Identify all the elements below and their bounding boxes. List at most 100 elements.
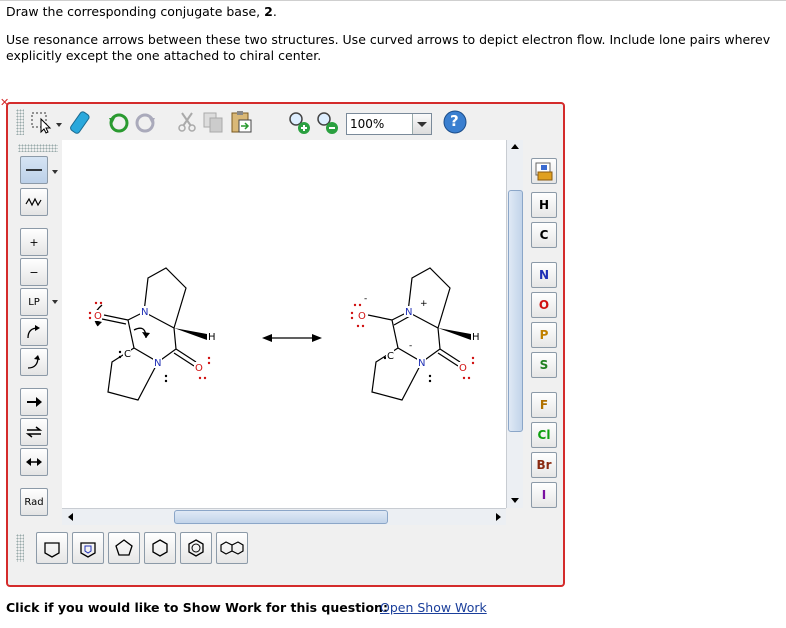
zoom-value: 100% bbox=[350, 117, 385, 131]
element-h-label: H bbox=[538, 198, 550, 212]
zoom-out-icon[interactable] bbox=[314, 109, 340, 135]
reaction-arrow-tool[interactable] bbox=[20, 388, 48, 416]
scroll-left-icon[interactable] bbox=[68, 513, 73, 521]
zoom-dropdown-button[interactable] bbox=[412, 114, 431, 134]
shape-grip bbox=[16, 534, 24, 562]
pyrrolidine-icon[interactable] bbox=[72, 532, 104, 564]
question-text: Draw the corresponding conjugate base, bbox=[6, 4, 265, 19]
open-show-work-link[interactable]: Open Show Work bbox=[380, 600, 487, 615]
single-bond-tool[interactable] bbox=[20, 156, 48, 184]
horizontal-scroll-thumb[interactable] bbox=[174, 510, 388, 524]
element-n-label: N bbox=[538, 268, 550, 282]
right-h-label: H bbox=[472, 332, 480, 343]
right-minus-charge: - bbox=[409, 341, 412, 351]
element-toolbar: H C N O P S F Cl Br I bbox=[528, 144, 558, 524]
instruction-line-3: explicitly except the one attached to ch… bbox=[6, 48, 322, 63]
cyclopropane-icon[interactable] bbox=[36, 532, 68, 564]
select-dropdown-icon[interactable] bbox=[56, 123, 62, 127]
resonance-arrow-tool[interactable] bbox=[20, 448, 48, 476]
right-wedge-bond bbox=[438, 328, 471, 340]
instruction-line-2: Use resonance arrows between these two s… bbox=[6, 32, 771, 47]
lone-pair-tool[interactable]: LP bbox=[20, 288, 48, 316]
left-central-ring bbox=[127, 311, 177, 363]
help-icon[interactable]: ? bbox=[442, 109, 468, 135]
bond-dropdown-icon[interactable] bbox=[52, 170, 58, 174]
charge-minus-label: − bbox=[29, 265, 39, 279]
right-lower-carbonyl bbox=[437, 348, 461, 367]
top-divider bbox=[0, 0, 786, 1]
element-o-label: O bbox=[538, 298, 550, 312]
right-c-label: C bbox=[387, 351, 394, 362]
curved-arrow-tool[interactable] bbox=[20, 318, 48, 346]
vertical-scrollbar[interactable] bbox=[506, 140, 523, 508]
element-cl-label: Cl bbox=[537, 428, 551, 442]
left-upper-ring bbox=[143, 267, 187, 329]
cyclopentane-icon[interactable] bbox=[108, 532, 140, 564]
horizontal-scrollbar[interactable] bbox=[62, 508, 506, 525]
eraser-icon[interactable] bbox=[66, 109, 92, 135]
scroll-up-icon[interactable] bbox=[511, 144, 519, 149]
undo-icon[interactable] bbox=[106, 109, 132, 135]
element-br-label: Br bbox=[536, 458, 552, 472]
top-toolbar: 100% ? bbox=[16, 106, 556, 138]
scroll-right-icon[interactable] bbox=[496, 513, 501, 521]
select-icon[interactable] bbox=[28, 109, 54, 135]
element-cl-button[interactable]: Cl bbox=[531, 422, 557, 448]
copy-icon[interactable] bbox=[200, 109, 226, 135]
cut-icon[interactable] bbox=[174, 109, 200, 135]
element-s-button[interactable]: S bbox=[531, 352, 557, 378]
benzene-icon[interactable] bbox=[180, 532, 212, 564]
toolbar-grip bbox=[16, 109, 24, 135]
redo-icon[interactable] bbox=[132, 109, 158, 135]
right-central-ring bbox=[391, 311, 441, 363]
element-h-button[interactable]: H bbox=[531, 192, 557, 218]
right-lower-ring bbox=[371, 347, 423, 401]
zoom-in-icon[interactable] bbox=[286, 109, 312, 135]
zoom-select[interactable]: 100% bbox=[346, 113, 432, 135]
element-p-button[interactable]: P bbox=[531, 322, 557, 348]
left-toolbar: + − LP Rad bbox=[16, 144, 62, 524]
charge-plus-tool[interactable]: + bbox=[20, 228, 48, 256]
charge-minus-tool[interactable]: − bbox=[20, 258, 48, 286]
question-instructions: Use resonance arrows between these two s… bbox=[6, 32, 770, 64]
question-suffix: . bbox=[272, 4, 277, 19]
equilibrium-arrow-tool[interactable] bbox=[20, 418, 48, 446]
left-lower-ring bbox=[107, 347, 159, 401]
lone-pair-label: LP bbox=[28, 296, 40, 308]
left-carbonyl-bond bbox=[101, 314, 129, 325]
lone-pair-dropdown-icon[interactable] bbox=[52, 300, 58, 304]
right-co-bond bbox=[367, 314, 393, 321]
right-o-label: O bbox=[358, 311, 366, 322]
right-upper-ring bbox=[407, 267, 451, 329]
left-o-lower-label: O bbox=[195, 363, 203, 374]
radical-tool[interactable]: Rad bbox=[20, 488, 48, 516]
carbon-lone-pairs bbox=[118, 350, 432, 383]
element-n-button[interactable]: N bbox=[531, 262, 557, 288]
left-n-lower-label: N bbox=[154, 358, 161, 369]
element-o-button[interactable]: O bbox=[531, 292, 557, 318]
element-br-button[interactable]: Br bbox=[531, 452, 557, 478]
paste-icon[interactable] bbox=[228, 109, 254, 135]
question-bold-number: 2 bbox=[264, 4, 273, 19]
chain-tool[interactable] bbox=[20, 188, 48, 216]
show-work-prompt: Click if you would like to Show Work for… bbox=[6, 600, 388, 615]
molecule-editor: 100% ? + − LP Rad N N O O C H N N O O C … bbox=[6, 102, 565, 587]
periodic-table-icon[interactable] bbox=[531, 158, 557, 184]
naphthalene-icon[interactable] bbox=[216, 532, 248, 564]
single-electron-arrow-tool[interactable] bbox=[20, 348, 48, 376]
drawing-canvas[interactable]: N N O O C H N N O O C H + - - bbox=[62, 140, 506, 508]
element-s-label: S bbox=[539, 358, 549, 372]
right-o-lower-label: O bbox=[459, 363, 467, 374]
element-f-button[interactable]: F bbox=[531, 392, 557, 418]
left-grip bbox=[18, 144, 58, 152]
element-i-button[interactable]: I bbox=[531, 482, 557, 508]
left-h-label: H bbox=[208, 332, 216, 343]
cyclohexane-icon[interactable] bbox=[144, 532, 176, 564]
element-c-button[interactable]: C bbox=[531, 222, 557, 248]
right-plus-charge: + bbox=[420, 299, 428, 309]
vertical-scroll-thumb[interactable] bbox=[508, 190, 523, 432]
right-n-lower-label: N bbox=[418, 358, 425, 369]
left-wedge-bond bbox=[174, 328, 207, 340]
charge-plus-label: + bbox=[29, 235, 39, 249]
scroll-down-icon[interactable] bbox=[511, 498, 519, 503]
